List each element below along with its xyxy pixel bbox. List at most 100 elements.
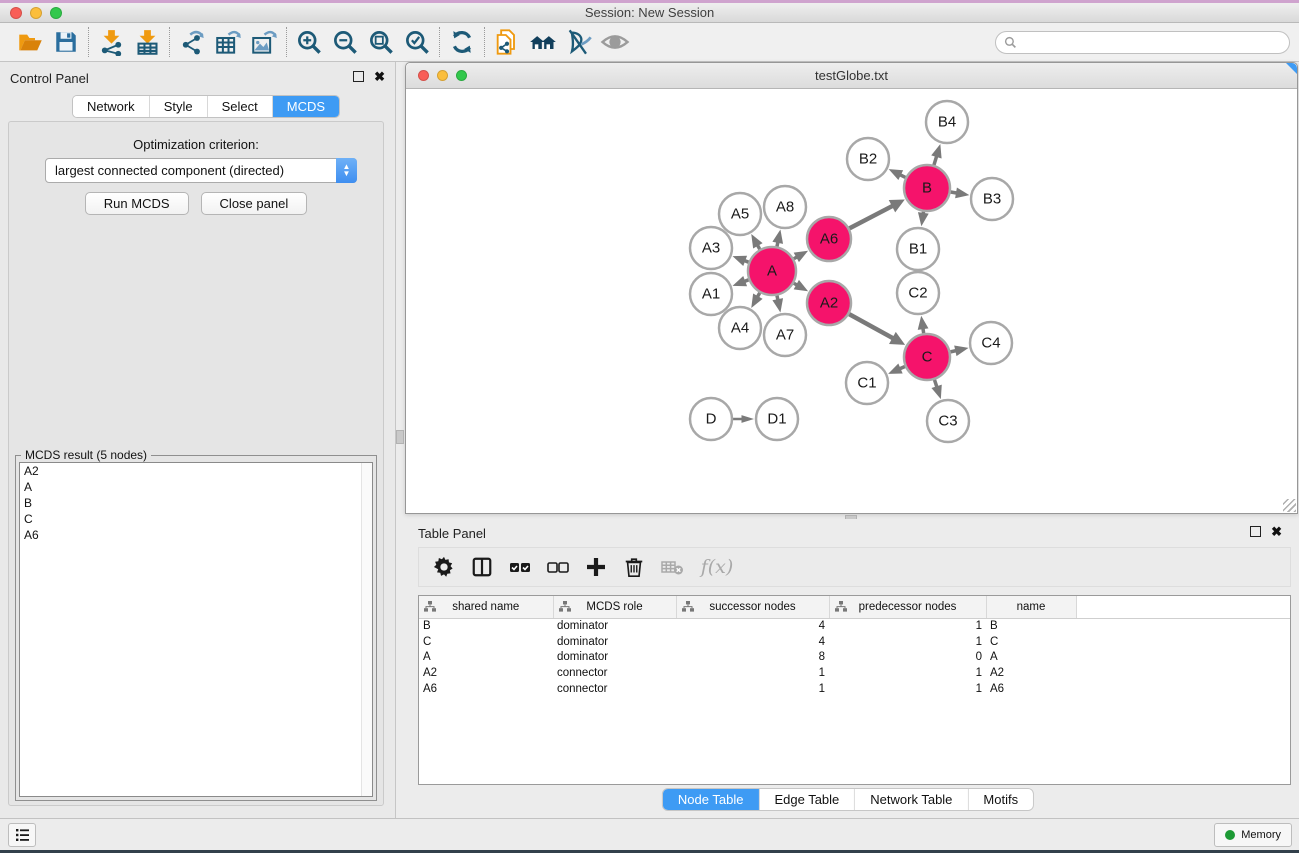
close-table-panel-button[interactable]: ✖: [1271, 526, 1282, 537]
zoom-out-icon: [332, 29, 359, 56]
table-toolbar: f(x): [418, 547, 1291, 587]
graph-edge-arrowhead: [733, 256, 748, 266]
graph-edge-arrowhead: [918, 212, 929, 226]
column-header-mcds-role[interactable]: MCDS role: [553, 596, 676, 618]
export-table-button[interactable]: [210, 25, 246, 59]
list-item[interactable]: C: [20, 511, 372, 527]
table-settings-button[interactable]: [427, 550, 461, 584]
show-columns-button[interactable]: [503, 550, 537, 584]
delete-column-button[interactable]: [617, 550, 651, 584]
save-session-icon: [53, 29, 79, 55]
import-table-icon: [134, 29, 161, 56]
close-view-button[interactable]: [418, 70, 429, 81]
select-stepper-icon: ▲▼: [336, 158, 357, 183]
graph-edge-arrowhead: [954, 346, 968, 357]
gear-icon: [433, 556, 455, 578]
graph-node-label: D1: [767, 411, 786, 428]
split-columns-button[interactable]: [465, 550, 499, 584]
control-panel-tabs: Network Style Select MCDS: [72, 95, 340, 118]
optimization-criterion-select[interactable]: largest connected component (directed) ▲…: [45, 158, 357, 183]
column-header-successor-nodes[interactable]: successor nodes: [676, 596, 829, 618]
toolbar-separator: [439, 27, 440, 57]
list-item[interactable]: A6: [20, 527, 372, 543]
save-session-button[interactable]: [48, 25, 84, 59]
tab-network[interactable]: Network: [73, 96, 150, 117]
zoom-window-button[interactable]: [50, 7, 62, 19]
new-network-from-selection-button[interactable]: [489, 25, 525, 59]
table-row[interactable]: Bdominator41B: [419, 618, 1290, 634]
resize-grip-icon[interactable]: [1283, 499, 1296, 512]
panel-divider-handle[interactable]: [396, 430, 404, 444]
refresh-button[interactable]: [444, 25, 480, 59]
maximize-view-corner-icon[interactable]: [1286, 63, 1297, 74]
graph-edge-arrowhead: [751, 234, 762, 248]
close-panel-icon-button[interactable]: ✖: [374, 71, 385, 82]
graph-edge-arrowhead: [931, 144, 941, 158]
tab-motifs[interactable]: Motifs: [968, 789, 1033, 810]
network-view-titlebar[interactable]: testGlobe.txt: [406, 63, 1297, 89]
table-row[interactable]: Cdominator41C: [419, 634, 1290, 650]
column-header-name[interactable]: name: [986, 596, 1076, 618]
zoom-fit-button[interactable]: [363, 25, 399, 59]
list-item[interactable]: A: [20, 479, 372, 495]
graph-edge-A2-C[interactable]: [849, 314, 894, 339]
mcds-result-list[interactable]: A2 A B C A6: [19, 462, 373, 797]
mcds-result-title: MCDS result (5 nodes): [21, 448, 151, 462]
column-header-predecessor-nodes[interactable]: predecessor nodes: [829, 596, 986, 618]
zoom-out-button[interactable]: [327, 25, 363, 59]
function-builder-button[interactable]: f(x): [693, 550, 741, 584]
tab-node-table[interactable]: Node Table: [663, 789, 760, 810]
zoom-selected-button[interactable]: [399, 25, 435, 59]
network-view-window: testGlobe.txt B4B2BB3A8A5A6A3B1AA1C2A2A4…: [405, 62, 1298, 514]
import-table-button[interactable]: [129, 25, 165, 59]
graph-node-label: A3: [702, 240, 720, 257]
float-table-panel-button[interactable]: [1250, 526, 1261, 537]
export-image-button[interactable]: [246, 25, 282, 59]
network-canvas[interactable]: B4B2BB3A8A5A6A3B1AA1C2A2A4A7C4CC1DD1C3: [407, 90, 1296, 513]
search-input[interactable]: [1017, 32, 1289, 53]
graph-edge-arrowhead: [772, 298, 783, 312]
import-network-button[interactable]: [93, 25, 129, 59]
minimize-window-button[interactable]: [30, 7, 42, 19]
add-column-button[interactable]: [579, 550, 613, 584]
hide-graphics-details-button[interactable]: [561, 25, 597, 59]
float-panel-button[interactable]: [353, 71, 364, 82]
table-row[interactable]: Adominator80A: [419, 649, 1290, 665]
tab-edge-table[interactable]: Edge Table: [759, 789, 855, 810]
table-row[interactable]: A6connector11A6: [419, 681, 1290, 697]
delete-table-button[interactable]: [655, 550, 689, 584]
zoom-fit-icon: [368, 29, 395, 56]
tab-mcds[interactable]: MCDS: [273, 96, 339, 117]
list-item[interactable]: B: [20, 495, 372, 511]
zoom-in-button[interactable]: [291, 25, 327, 59]
task-history-button[interactable]: [8, 823, 36, 847]
column-header-shared-name[interactable]: shared name: [419, 596, 553, 618]
memory-button[interactable]: Memory: [1214, 823, 1292, 847]
close-panel-button[interactable]: Close panel: [201, 192, 308, 215]
zoom-selected-icon: [404, 29, 431, 56]
export-network-button[interactable]: [174, 25, 210, 59]
mcds-result-box: MCDS result (5 nodes) A2 A B C A6: [15, 455, 377, 801]
hierarchy-icon: [835, 601, 847, 612]
graph-edge-A6-B[interactable]: [849, 205, 893, 228]
tab-select[interactable]: Select: [208, 96, 273, 117]
table-row[interactable]: A2connector11A2: [419, 665, 1290, 681]
task-list-icon: [15, 828, 30, 842]
hide-columns-button[interactable]: [541, 550, 575, 584]
tab-network-table[interactable]: Network Table: [855, 789, 968, 810]
birdseye-view-button[interactable]: [597, 25, 633, 59]
graph-node-label: A2: [820, 295, 838, 312]
tab-style[interactable]: Style: [150, 96, 208, 117]
run-mcds-button[interactable]: Run MCDS: [85, 192, 189, 215]
zoom-view-button[interactable]: [456, 70, 467, 81]
houses-button[interactable]: [525, 25, 561, 59]
graph-node-label: B2: [859, 151, 877, 168]
trash-icon: [623, 556, 645, 578]
list-item[interactable]: A2: [20, 463, 372, 479]
scrollbar[interactable]: [361, 463, 372, 796]
graph-edge-arrowhead: [955, 188, 969, 199]
open-file-button[interactable]: [12, 25, 48, 59]
minimize-view-button[interactable]: [437, 70, 448, 81]
close-window-button[interactable]: [10, 7, 22, 19]
import-network-icon: [98, 29, 125, 56]
